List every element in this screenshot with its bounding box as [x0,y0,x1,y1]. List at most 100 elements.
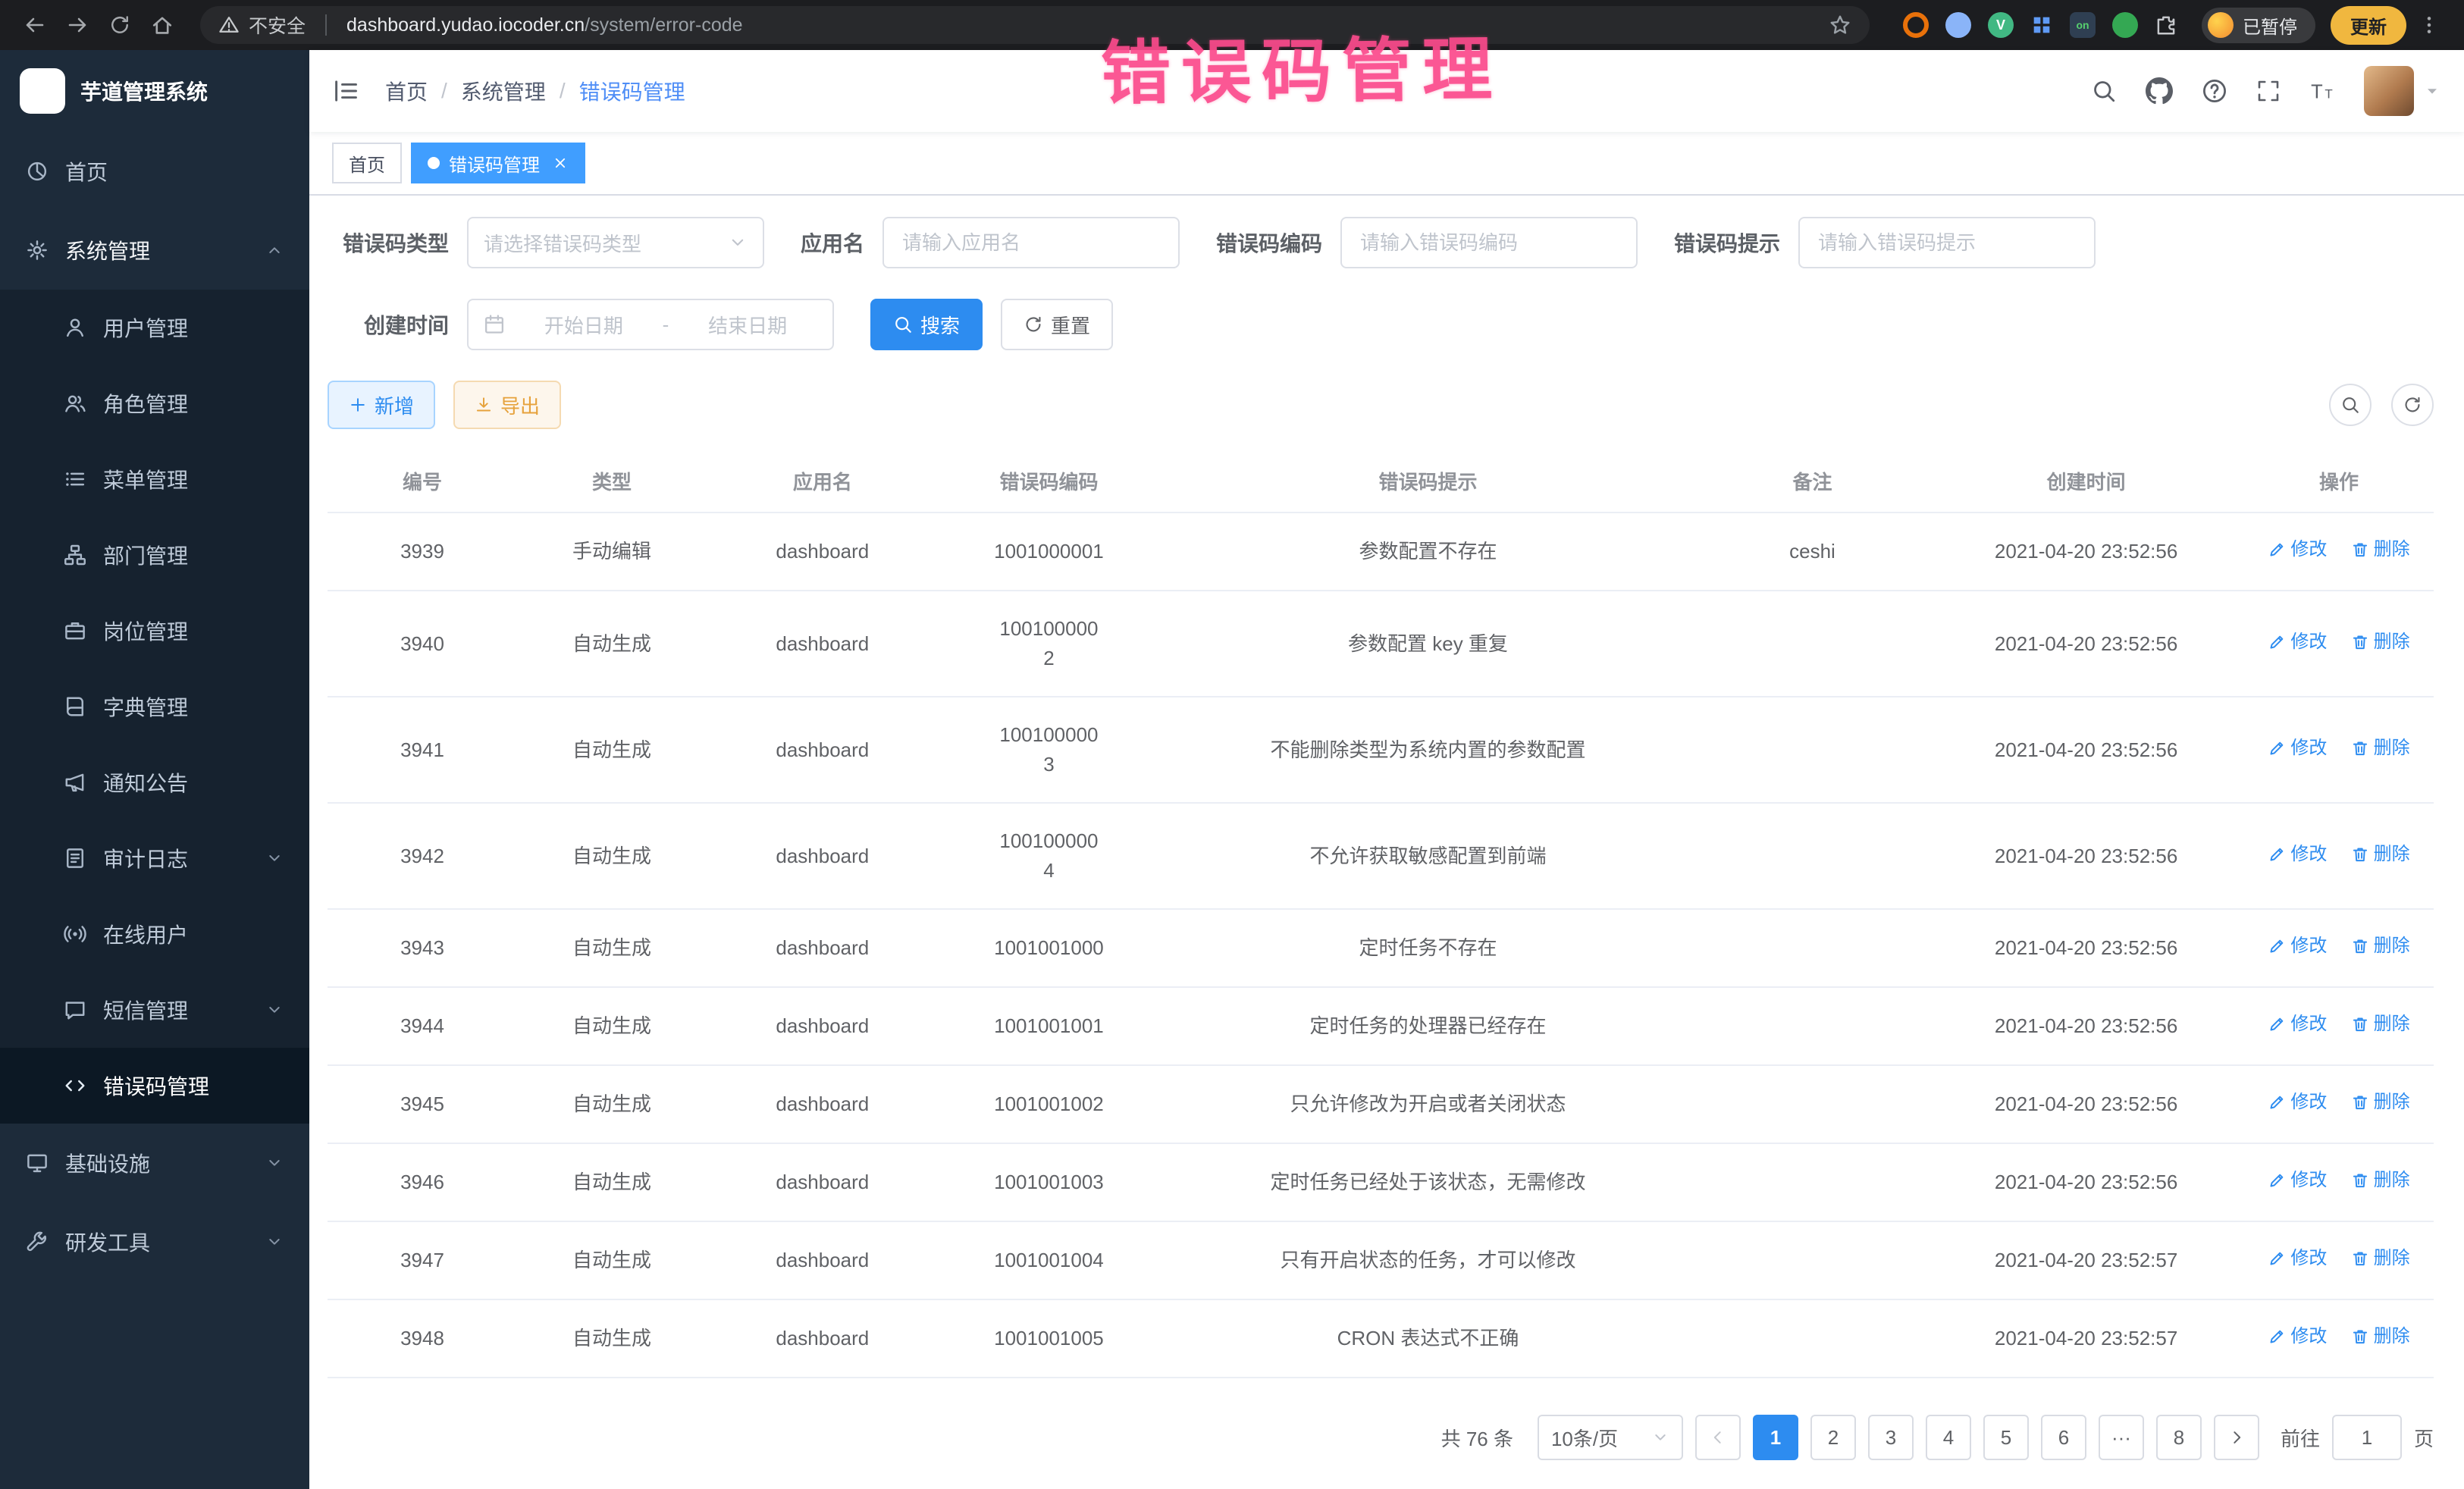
delete-button[interactable]: 删除 [2351,1089,2410,1116]
sidebar-item-system[interactable]: 系统管理 [0,211,309,290]
page-button-4[interactable]: 4 [1926,1415,1971,1460]
toggle-search-button[interactable] [2329,384,2372,426]
edit-button[interactable]: 修改 [2268,1323,2327,1350]
profile-chip[interactable]: 已暂停 [2202,8,2315,43]
tab-close-icon[interactable] [552,155,569,171]
user-menu[interactable] [2364,66,2441,116]
sidebar-item-infrastructure[interactable]: 基础设施 [0,1124,309,1202]
delete-button[interactable]: 删除 [2351,629,2410,656]
cell-app: dashboard [707,591,939,697]
filter-row-1: 错误码类型 请选择错误码类型 应用名 错误码编码 [328,217,2434,268]
bookmark-star-icon[interactable] [1829,14,1851,36]
app-name-input[interactable] [899,230,1163,256]
delete-button[interactable]: 删除 [2351,1167,2410,1194]
error-type-select[interactable]: 请选择错误码类型 [467,217,764,268]
fullscreen-icon[interactable] [2256,79,2281,103]
cell-remark: ceshi [1697,513,1929,591]
tab-error-codes[interactable]: 错误码管理 [411,143,585,183]
browser-menu-icon[interactable] [2409,5,2449,45]
url-domain: dashboard.yudao.iocoder.cn [346,14,585,36]
grid-extension-icon[interactable] [2030,14,2053,36]
vue-devtools-icon[interactable]: V [1988,12,2014,38]
table-row: 3947 自动生成 dashboard 1001001004 只有开启状态的任务… [328,1221,2434,1299]
error-message-input[interactable] [1815,230,2079,256]
page-button-3[interactable]: 3 [1868,1415,1914,1460]
sidebar-item-roles[interactable]: 角色管理 [0,365,309,441]
cell-id: 3944 [328,987,517,1065]
sidebar-item-audit-logs[interactable]: 审计日志 [0,820,309,896]
page-button-5[interactable]: 5 [1983,1415,2029,1460]
delete-button[interactable]: 删除 [2351,1011,2410,1038]
delete-button[interactable]: 删除 [2351,933,2410,960]
onetab-extension-icon[interactable]: on [2070,12,2096,38]
help-icon[interactable] [2202,78,2227,104]
page-button-8[interactable]: 8 [2156,1415,2202,1460]
header-type: 类型 [517,450,707,513]
extensions-puzzle-icon[interactable] [2155,14,2177,36]
edit-button[interactable]: 修改 [2268,536,2327,563]
edit-button[interactable]: 修改 [2268,1089,2327,1116]
breadcrumb-home[interactable]: 首页 [385,76,428,106]
sidebar-item-sms[interactable]: 短信管理 [0,972,309,1048]
sidebar-item-posts[interactable]: 岗位管理 [0,593,309,669]
breadcrumb-system[interactable]: 系统管理 [461,76,546,106]
edit-button[interactable]: 修改 [2268,1245,2327,1272]
edit-button[interactable]: 修改 [2268,1167,2327,1194]
delete-button[interactable]: 删除 [2351,841,2410,868]
tab-home[interactable]: 首页 [332,143,402,183]
cell-actions: 修改 删除 [2244,591,2434,697]
browser-forward-icon[interactable] [58,5,97,45]
github-icon[interactable] [2146,77,2173,105]
reset-button[interactable]: 重置 [1001,299,1113,350]
edit-button[interactable]: 修改 [2268,841,2327,868]
table-row: 3940 自动生成 dashboard 100100000 2 参数配置 key… [328,591,2434,697]
export-button[interactable]: 导出 [453,381,561,429]
browser-home-icon[interactable] [143,5,182,45]
cell-message: 只有开启状态的任务，才可以修改 [1159,1221,1696,1299]
page-button-2[interactable]: 2 [1810,1415,1856,1460]
sidebar-item-menus[interactable]: 菜单管理 [0,441,309,517]
sidebar-toggle-icon[interactable] [332,77,359,105]
next-page-button[interactable] [2214,1415,2259,1460]
edit-button[interactable]: 修改 [2268,629,2327,656]
sidebar-item-users[interactable]: 用户管理 [0,290,309,365]
font-size-icon[interactable] [2309,78,2335,104]
page-button-1[interactable]: 1 [1753,1415,1798,1460]
delete-button[interactable]: 删除 [2351,1245,2410,1272]
error-code-input[interactable] [1357,230,1621,256]
add-button[interactable]: 新增 [328,381,435,429]
sidebar-item-notices[interactable]: 通知公告 [0,744,309,820]
header-search-icon[interactable] [2091,78,2117,104]
edit-button[interactable]: 修改 [2268,1011,2327,1038]
edit-button[interactable]: 修改 [2268,933,2327,960]
delete-button[interactable]: 删除 [2351,735,2410,762]
goto-page-input[interactable] [2332,1415,2402,1460]
sidebar-item-departments[interactable]: 部门管理 [0,517,309,593]
delete-button[interactable]: 删除 [2351,536,2410,563]
record-extension-icon[interactable] [1903,12,1929,38]
page-button-6[interactable]: 6 [2041,1415,2086,1460]
prev-page-button[interactable] [1695,1415,1741,1460]
search-button[interactable]: 搜索 [870,299,983,350]
sidebar-item-online-users[interactable]: 在线用户 [0,896,309,972]
page-size-select[interactable]: 10条/页 [1538,1415,1683,1460]
delete-button[interactable]: 删除 [2351,1323,2410,1350]
insecure-label: 不安全 [249,11,306,39]
page-ellipsis-button[interactable]: ··· [2099,1415,2144,1460]
address-bar[interactable]: 不安全 dashboard.yudao.iocoder.cn/system/er… [200,6,1870,44]
browser-reload-icon[interactable] [100,5,140,45]
sidebar-item-home[interactable]: 首页 [0,132,309,211]
browser-back-icon[interactable] [15,5,55,45]
refresh-table-button[interactable] [2391,384,2434,426]
edit-icon [2268,1015,2286,1033]
edit-button[interactable]: 修改 [2268,735,2327,762]
green-extension-icon[interactable] [2112,12,2138,38]
cell-id: 3946 [328,1143,517,1221]
monitor-icon [26,1152,49,1174]
blue-extension-icon[interactable] [1945,12,1971,38]
sidebar-item-error-codes[interactable]: 错误码管理 [0,1048,309,1124]
sidebar-item-dev-tools[interactable]: 研发工具 [0,1202,309,1281]
sidebar-item-dicts[interactable]: 字典管理 [0,669,309,744]
date-range-picker[interactable]: 开始日期 - 结束日期 [467,299,834,350]
browser-update-button[interactable]: 更新 [2331,6,2406,45]
